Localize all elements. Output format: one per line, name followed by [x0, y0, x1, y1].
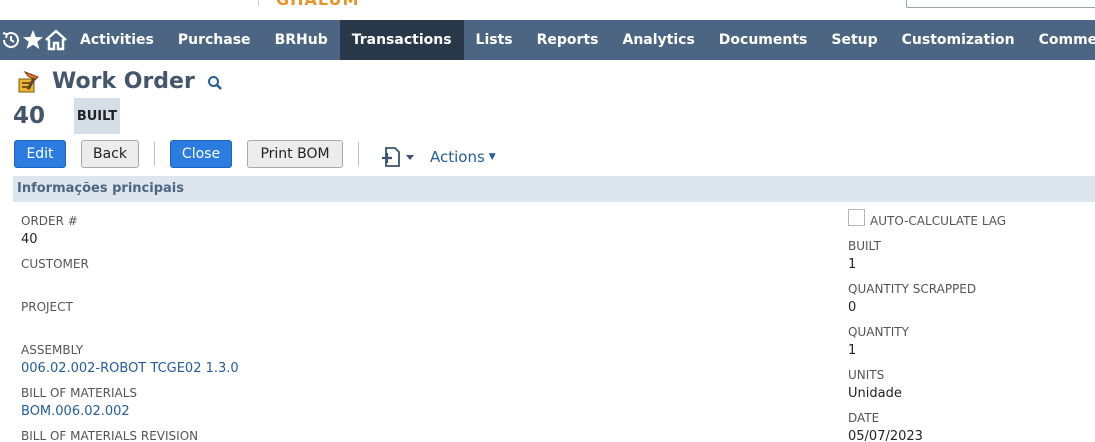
auto-calculate-lag-label: AUTO-CALCULATE LAG	[870, 214, 1007, 228]
nav-reports[interactable]: Reports	[525, 20, 611, 60]
quantity-value: 1	[848, 343, 857, 358]
edit-button[interactable]: Edit	[14, 140, 66, 168]
nav-transactions[interactable]: Transactions	[339, 20, 464, 60]
bom-revision-label: BILL OF MATERIALS REVISION	[21, 429, 199, 442]
close-button[interactable]: Close	[170, 140, 232, 168]
home-icon[interactable]	[44, 20, 68, 60]
quantity-label: QUANTITY	[848, 325, 909, 339]
auto-calculate-lag-checkbox[interactable]	[848, 209, 865, 226]
quantity-scrapped-value: 0	[848, 300, 857, 315]
assembly-label: ASSEMBLY	[21, 343, 84, 357]
actions-menu[interactable]: Actions ▼	[430, 148, 496, 166]
print-bom-button[interactable]: Print BOM	[247, 140, 343, 168]
nav-brhub[interactable]: BRHub	[263, 20, 340, 60]
toolbar-divider	[358, 142, 359, 166]
quantity-scrapped-label: QUANTITY SCRAPPED	[848, 282, 977, 296]
main-navbar: Activities Purchase BRHub Transactions L…	[0, 20, 1095, 60]
nav-commerce[interactable]: Commerce	[1027, 20, 1095, 60]
actions-label: Actions	[430, 148, 485, 166]
toolbar-divider	[154, 142, 155, 166]
bom-link[interactable]: BOM.006.02.002	[21, 404, 130, 419]
section-title: Informações principais	[17, 181, 184, 196]
back-button[interactable]: Back	[81, 140, 139, 168]
record-number: 40	[13, 103, 46, 129]
global-search-input[interactable]	[906, 0, 1095, 8]
header-divider	[258, 0, 259, 6]
customer-label: CUSTOMER	[21, 257, 89, 271]
bom-label: BILL OF MATERIALS	[21, 386, 138, 400]
work-order-icon	[18, 70, 39, 93]
date-value: 05/07/2023	[848, 429, 923, 442]
company-logo: GHALUM	[276, 0, 359, 9]
top-header: GHALUM	[0, 0, 1095, 20]
nav-lists[interactable]: Lists	[464, 20, 525, 60]
search-icon[interactable]	[207, 75, 223, 91]
status-badge: BUILT	[74, 98, 120, 134]
page-header: Work Order	[16, 68, 223, 94]
nav-customization[interactable]: Customization	[890, 20, 1027, 60]
units-label: UNITS	[848, 368, 885, 382]
order-number-value: 40	[21, 232, 38, 247]
built-label: BUILT	[848, 239, 881, 253]
built-value: 1	[848, 257, 857, 272]
nav-purchase[interactable]: Purchase	[166, 20, 263, 60]
date-label: DATE	[848, 411, 880, 425]
nav-analytics[interactable]: Analytics	[610, 20, 706, 60]
nav-setup[interactable]: Setup	[819, 20, 889, 60]
order-number-label: ORDER #	[21, 214, 78, 228]
units-value: Unidade	[848, 386, 902, 401]
recent-records-icon[interactable]	[0, 20, 22, 60]
assembly-link[interactable]: 006.02.002-ROBOT TCGE02 1.3.0	[21, 361, 239, 376]
project-label: PROJECT	[21, 300, 73, 314]
section-header-main[interactable]: Informações principais	[13, 176, 1095, 202]
star-icon[interactable]	[22, 20, 44, 60]
nav-activities[interactable]: Activities	[68, 20, 166, 60]
page-title: Work Order	[52, 68, 195, 94]
chevron-down-icon: ▼	[488, 152, 496, 162]
nav-documents[interactable]: Documents	[707, 20, 820, 60]
new-record-icon[interactable]	[380, 146, 416, 172]
